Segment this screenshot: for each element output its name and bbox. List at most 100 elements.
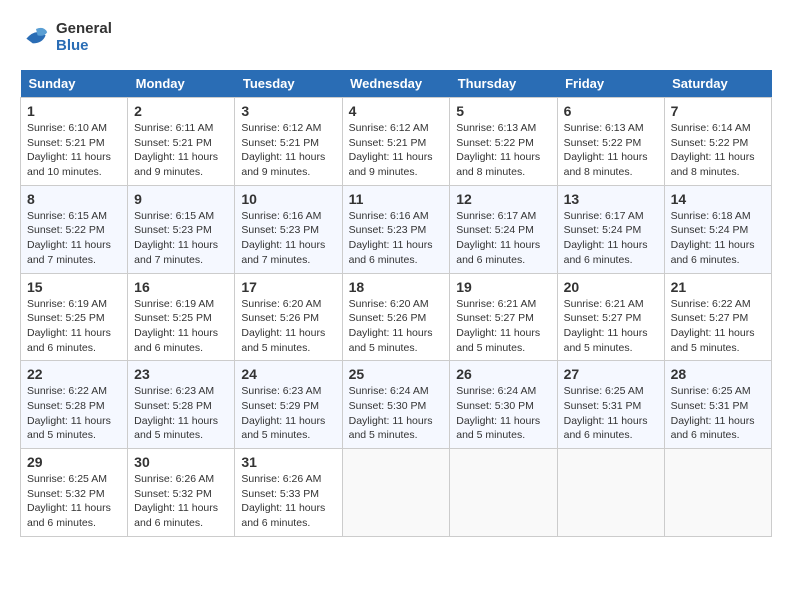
day-number: 12 <box>456 191 550 207</box>
day-number: 11 <box>349 191 444 207</box>
day-number: 25 <box>349 366 444 382</box>
day-info: Sunrise: 6:17 AMSunset: 5:24 PMDaylight:… <box>456 209 550 268</box>
calendar-cell: 30Sunrise: 6:26 AMSunset: 5:32 PMDayligh… <box>128 449 235 537</box>
day-number: 5 <box>456 103 550 119</box>
day-info: Sunrise: 6:12 AMSunset: 5:21 PMDaylight:… <box>241 121 335 180</box>
calendar-cell: 8 Sunrise: 6:15 AMSunset: 5:22 PMDaylight… <box>21 185 128 273</box>
day-number: 19 <box>456 279 550 295</box>
weekday-header-wednesday: Wednesday <box>342 70 450 98</box>
day-number: 9 <box>134 191 228 207</box>
day-info: Sunrise: 6:19 AMSunset: 5:25 PMDaylight:… <box>134 297 228 356</box>
day-info: Sunrise: 6:21 AMSunset: 5:27 PMDaylight:… <box>564 297 658 356</box>
day-number: 29 <box>27 454 121 470</box>
calendar-week-row: 1 Sunrise: 6:10 AMSunset: 5:21 PMDaylight… <box>21 98 772 186</box>
calendar-cell: 25 Sunrise: 6:24 AMSunset: 5:30 PMDayligh… <box>342 361 450 449</box>
calendar-cell: 13Sunrise: 6:17 AMSunset: 5:24 PMDayligh… <box>557 185 664 273</box>
day-info: Sunrise: 6:10 AMSunset: 5:21 PMDaylight:… <box>27 121 121 180</box>
calendar-cell: 24 Sunrise: 6:23 AMSunset: 5:29 PMDayligh… <box>235 361 342 449</box>
day-number: 24 <box>241 366 335 382</box>
calendar-cell <box>557 449 664 537</box>
day-number: 15 <box>27 279 121 295</box>
day-number: 16 <box>134 279 228 295</box>
day-number: 20 <box>564 279 658 295</box>
calendar-cell <box>450 449 557 537</box>
calendar-cell: 26 Sunrise: 6:24 AMSunset: 5:30 PMDayligh… <box>450 361 557 449</box>
calendar-cell <box>664 449 771 537</box>
day-info: Sunrise: 6:16 AMSunset: 5:23 PMDaylight:… <box>349 209 444 268</box>
weekday-header-sunday: Sunday <box>21 70 128 98</box>
calendar-cell: 17 Sunrise: 6:20 AMSunset: 5:26 PMDayligh… <box>235 273 342 361</box>
calendar-cell: 2 Sunrise: 6:11 AMSunset: 5:21 PMDaylight… <box>128 98 235 186</box>
calendar-cell: 9 Sunrise: 6:15 AMSunset: 5:23 PMDaylight… <box>128 185 235 273</box>
weekday-header-saturday: Saturday <box>664 70 771 98</box>
day-number: 14 <box>671 191 765 207</box>
logo: General Blue <box>20 20 112 54</box>
day-info: Sunrise: 6:13 AMSunset: 5:22 PMDaylight:… <box>564 121 658 180</box>
day-info: Sunrise: 6:25 AMSunset: 5:32 PMDaylight:… <box>27 472 121 531</box>
calendar-cell: 3Sunrise: 6:12 AMSunset: 5:21 PMDaylight… <box>235 98 342 186</box>
day-number: 31 <box>241 454 335 470</box>
day-info: Sunrise: 6:24 AMSunset: 5:30 PMDaylight:… <box>349 384 444 443</box>
day-number: 27 <box>564 366 658 382</box>
calendar-cell: 31 Sunrise: 6:26 AMSunset: 5:33 PMDayligh… <box>235 449 342 537</box>
day-number: 26 <box>456 366 550 382</box>
day-info: Sunrise: 6:11 AMSunset: 5:21 PMDaylight:… <box>134 121 228 180</box>
day-info: Sunrise: 6:13 AMSunset: 5:22 PMDaylight:… <box>456 121 550 180</box>
calendar-cell: 11 Sunrise: 6:16 AMSunset: 5:23 PMDayligh… <box>342 185 450 273</box>
day-number: 10 <box>241 191 335 207</box>
day-info: Sunrise: 6:23 AMSunset: 5:29 PMDaylight:… <box>241 384 335 443</box>
day-info: Sunrise: 6:21 AMSunset: 5:27 PMDaylight:… <box>456 297 550 356</box>
calendar-cell: 19 Sunrise: 6:21 AMSunset: 5:27 PMDayligh… <box>450 273 557 361</box>
weekday-header-row: SundayMondayTuesdayWednesdayThursdayFrid… <box>21 70 772 98</box>
day-number: 18 <box>349 279 444 295</box>
day-info: Sunrise: 6:20 AMSunset: 5:26 PMDaylight:… <box>241 297 335 356</box>
calendar-cell: 28 Sunrise: 6:25 AMSunset: 5:31 PMDayligh… <box>664 361 771 449</box>
weekday-header-monday: Monday <box>128 70 235 98</box>
calendar-week-row: 29 Sunrise: 6:25 AMSunset: 5:32 PMDayligh… <box>21 449 772 537</box>
day-number: 13 <box>564 191 658 207</box>
calendar-table: SundayMondayTuesdayWednesdayThursdayFrid… <box>20 70 772 537</box>
day-info: Sunrise: 6:25 AMSunset: 5:31 PMDaylight:… <box>671 384 765 443</box>
day-info: Sunrise: 6:12 AMSunset: 5:21 PMDaylight:… <box>349 121 444 180</box>
day-number: 1 <box>27 103 121 119</box>
calendar-week-row: 22 Sunrise: 6:22 AMSunset: 5:28 PMDayligh… <box>21 361 772 449</box>
day-info: Sunrise: 6:26 AMSunset: 5:32 PMDaylight:… <box>134 472 228 531</box>
day-info: Sunrise: 6:24 AMSunset: 5:30 PMDaylight:… <box>456 384 550 443</box>
logo-icon <box>20 21 52 53</box>
day-number: 22 <box>27 366 121 382</box>
day-info: Sunrise: 6:19 AMSunset: 5:25 PMDaylight:… <box>27 297 121 356</box>
calendar-week-row: 15 Sunrise: 6:19 AMSunset: 5:25 PMDayligh… <box>21 273 772 361</box>
day-info: Sunrise: 6:22 AMSunset: 5:27 PMDaylight:… <box>671 297 765 356</box>
day-info: Sunrise: 6:15 AMSunset: 5:23 PMDaylight:… <box>134 209 228 268</box>
day-number: 7 <box>671 103 765 119</box>
logo-text: General Blue <box>56 20 112 54</box>
calendar-cell: 15 Sunrise: 6:19 AMSunset: 5:25 PMDayligh… <box>21 273 128 361</box>
day-info: Sunrise: 6:18 AMSunset: 5:24 PMDaylight:… <box>671 209 765 268</box>
weekday-header-tuesday: Tuesday <box>235 70 342 98</box>
day-info: Sunrise: 6:23 AMSunset: 5:28 PMDaylight:… <box>134 384 228 443</box>
weekday-header-thursday: Thursday <box>450 70 557 98</box>
day-number: 17 <box>241 279 335 295</box>
day-info: Sunrise: 6:15 AMSunset: 5:22 PMDaylight:… <box>27 209 121 268</box>
calendar-cell: 21Sunrise: 6:22 AMSunset: 5:27 PMDayligh… <box>664 273 771 361</box>
day-number: 6 <box>564 103 658 119</box>
day-info: Sunrise: 6:26 AMSunset: 5:33 PMDaylight:… <box>241 472 335 531</box>
calendar-cell: 27 Sunrise: 6:25 AMSunset: 5:31 PMDayligh… <box>557 361 664 449</box>
day-number: 4 <box>349 103 444 119</box>
day-info: Sunrise: 6:22 AMSunset: 5:28 PMDaylight:… <box>27 384 121 443</box>
calendar-week-row: 8 Sunrise: 6:15 AMSunset: 5:22 PMDaylight… <box>21 185 772 273</box>
day-number: 2 <box>134 103 228 119</box>
calendar-cell: 4 Sunrise: 6:12 AMSunset: 5:21 PMDaylight… <box>342 98 450 186</box>
calendar-cell: 10Sunrise: 6:16 AMSunset: 5:23 PMDayligh… <box>235 185 342 273</box>
calendar-cell: 23 Sunrise: 6:23 AMSunset: 5:28 PMDayligh… <box>128 361 235 449</box>
calendar-cell: 14 Sunrise: 6:18 AMSunset: 5:24 PMDayligh… <box>664 185 771 273</box>
day-number: 23 <box>134 366 228 382</box>
calendar-cell: 12 Sunrise: 6:17 AMSunset: 5:24 PMDayligh… <box>450 185 557 273</box>
calendar-cell: 29 Sunrise: 6:25 AMSunset: 5:32 PMDayligh… <box>21 449 128 537</box>
calendar-cell: 16 Sunrise: 6:19 AMSunset: 5:25 PMDayligh… <box>128 273 235 361</box>
day-info: Sunrise: 6:20 AMSunset: 5:26 PMDaylight:… <box>349 297 444 356</box>
calendar-cell: 1 Sunrise: 6:10 AMSunset: 5:21 PMDaylight… <box>21 98 128 186</box>
day-info: Sunrise: 6:25 AMSunset: 5:31 PMDaylight:… <box>564 384 658 443</box>
day-number: 28 <box>671 366 765 382</box>
day-number: 8 <box>27 191 121 207</box>
